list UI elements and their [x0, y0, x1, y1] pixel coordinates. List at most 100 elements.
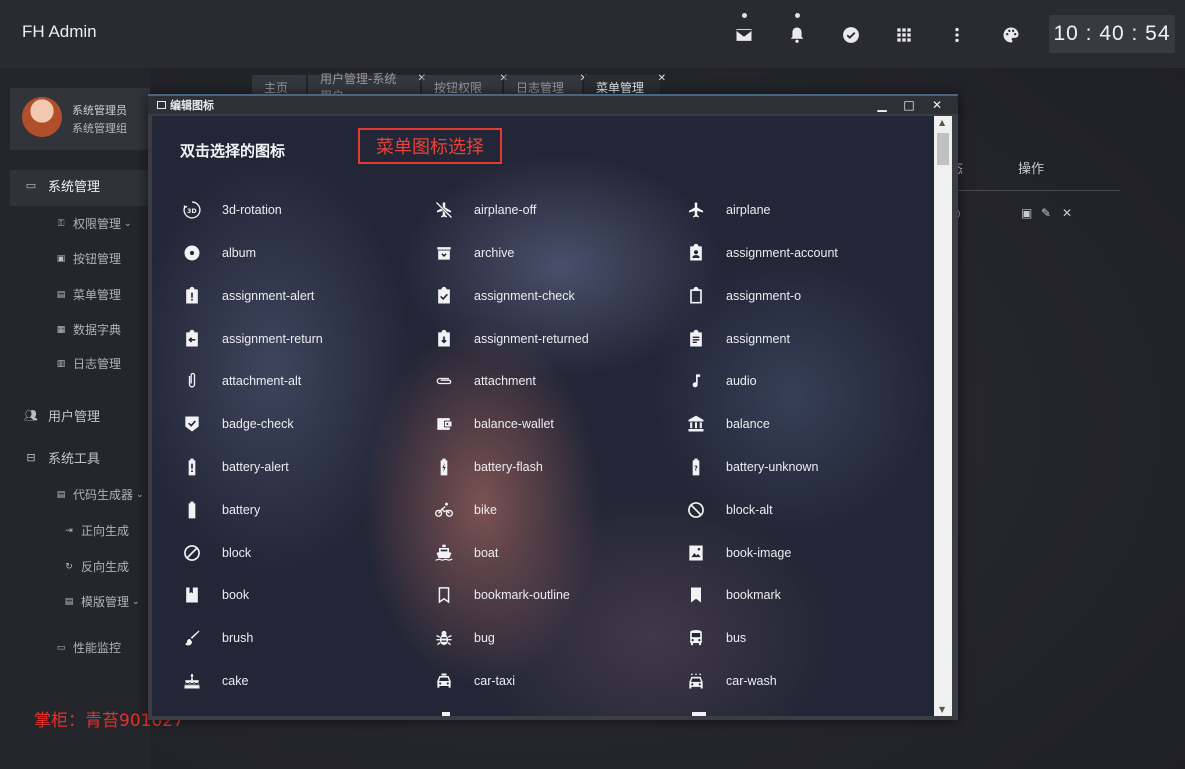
sidebar-item-system-management[interactable]: ▭ 系统管理 — [24, 176, 100, 195]
clock: 10 : 40 : 54 — [1049, 15, 1175, 53]
tab-label: 日志管理 — [516, 80, 565, 95]
sidebar-item-menus[interactable]: ▤ 菜单管理 — [55, 286, 121, 303]
sidebar-item-forward-generate[interactable]: ⇥ 正向生成 — [63, 522, 129, 539]
monitor-icon: ▭ — [56, 642, 66, 653]
icon-option-label: attachment — [474, 374, 536, 388]
sidebar-item-dictionary[interactable]: ▦ 数据字典 — [55, 321, 121, 338]
icon-option-car-wash[interactable]: car-wash — [684, 668, 924, 694]
icon-option-cake[interactable]: cake — [180, 668, 420, 694]
icon-option-book-image[interactable]: book-image — [684, 540, 924, 566]
menu-list-icon: ▤ — [56, 289, 66, 300]
icon-option-airplane-off[interactable]: airplane-off — [432, 197, 672, 223]
key-icon: ⚿ — [57, 218, 65, 229]
icon-option-assignment-alert[interactable]: assignment-alert — [180, 283, 420, 309]
icon-option-badge-check[interactable]: badge-check — [180, 411, 420, 437]
airplane-off-icon — [432, 198, 456, 222]
icon-option-assignment-account[interactable]: assignment-account — [684, 240, 924, 266]
icon-option-balance[interactable]: balance — [684, 411, 924, 437]
battery-flash-icon — [432, 455, 456, 479]
edit-icon[interactable]: ✎ — [1041, 206, 1051, 220]
airplane-icon — [684, 198, 708, 222]
icon-option-3d-rotation[interactable]: 3D 3d-rotation — [180, 197, 420, 223]
icon-option-battery-flash[interactable]: battery-flash — [432, 454, 672, 480]
icon-option-album[interactable]: album — [180, 240, 420, 266]
scrollbar-thumb[interactable] — [937, 133, 949, 165]
icon-option-attachment-alt[interactable]: attachment-alt — [180, 368, 420, 394]
icon-option-airplane[interactable]: airplane — [684, 197, 924, 223]
sidebar-item-code-generator[interactable]: ▤ 代码生成器 ⌄ — [55, 486, 144, 503]
icon-option-assignment[interactable]: assignment — [684, 326, 924, 352]
icon-option-battery-alert[interactable]: battery-alert — [180, 454, 420, 480]
icon-option-label: battery-flash — [474, 460, 543, 474]
toolbox-icon: ⊟ — [26, 451, 36, 464]
next-row-icon-partial — [692, 712, 706, 716]
sidebar-item-templates[interactable]: ▤ 模版管理 ⌄ — [63, 593, 140, 610]
icon-option-assignment-check[interactable]: assignment-check — [432, 283, 672, 309]
icon-option-battery-unknown[interactable]: ? battery-unknown — [684, 454, 924, 480]
sidebar-item-system-tools[interactable]: ⊟ 系统工具 — [24, 448, 100, 467]
icon-option-assignment-return[interactable]: assignment-return — [180, 326, 420, 352]
dialog-title-bar[interactable]: 编辑图标 ▁ □ ✕ — [148, 94, 958, 114]
sidebar-item-logs[interactable]: ▥ 日志管理 — [55, 355, 121, 372]
icon-option-audio[interactable]: audio — [684, 368, 924, 394]
icon-option-block-alt[interactable]: block-alt — [684, 497, 924, 523]
brush-icon — [180, 626, 204, 650]
icon-option-assignment-returned[interactable]: assignment-returned — [432, 326, 672, 352]
battery-alert-icon — [180, 455, 204, 479]
sidebar-item-reverse-generate[interactable]: ↻ 反向生成 — [63, 558, 129, 575]
icon-option-brush[interactable]: brush — [180, 625, 420, 651]
icon-option-archive[interactable]: archive — [432, 240, 672, 266]
users-icon: 👥︎ — [24, 409, 38, 422]
icon-option-bus[interactable]: bus — [684, 625, 924, 651]
icon-option-battery[interactable]: battery — [180, 497, 420, 523]
icon-option-label: assignment-return — [222, 332, 323, 346]
palette-icon[interactable] — [998, 22, 1024, 48]
scroll-down-arrow-icon[interactable]: ▼ — [939, 705, 945, 714]
sidebar-item-label: 按钮管理 — [73, 252, 122, 266]
scroll-up-arrow-icon[interactable]: ▲ — [939, 118, 945, 127]
bell-icon[interactable] — [784, 13, 810, 48]
image-icon[interactable]: ▣ — [1021, 206, 1032, 220]
sidebar-item-performance[interactable]: ▭ 性能监控 — [55, 639, 121, 656]
app-title[interactable]: FH Admin — [22, 22, 97, 42]
icon-option-boat[interactable]: boat — [432, 540, 672, 566]
sidebar-item-users[interactable]: 👥︎ 用户管理 — [24, 406, 100, 425]
icon-option-bug[interactable]: bug — [432, 625, 672, 651]
sidebar-item-permissions[interactable]: ⚿ 权限管理 ⌄ — [55, 215, 132, 232]
minimize-button[interactable]: ▁ — [874, 96, 890, 114]
bus-icon — [684, 626, 708, 650]
dialog-scrollbar[interactable]: ▲ ▼ — [934, 116, 952, 716]
car-taxi-icon — [432, 669, 456, 693]
check-circle-icon[interactable] — [838, 22, 864, 48]
sidebar-item-buttons[interactable]: ▣ 按钮管理 — [55, 250, 121, 267]
delete-icon[interactable]: ✕ — [1062, 206, 1072, 220]
user-profile[interactable]: 系统管理员 系统管理组 — [10, 88, 150, 150]
icon-option-bookmark-outline[interactable]: bookmark-outline — [432, 582, 672, 608]
mail-icon[interactable] — [731, 13, 757, 48]
forward-icon: ⇥ — [65, 525, 73, 536]
icon-option-block[interactable]: block — [180, 540, 420, 566]
icon-option-label: bookmark — [726, 588, 781, 602]
close-icon[interactable]: ✕ — [658, 73, 666, 84]
book-image-icon — [684, 541, 708, 565]
icon-option-car-taxi[interactable]: car-taxi — [432, 668, 672, 694]
maximize-button[interactable]: □ — [901, 96, 917, 114]
close-button[interactable]: ✕ — [929, 96, 945, 114]
icon-option-assignment-o[interactable]: assignment-o — [684, 283, 924, 309]
icon-option-attachment[interactable]: attachment — [432, 368, 672, 394]
sidebar-item-label: 日志管理 — [73, 357, 122, 371]
more-vertical-icon[interactable] — [944, 22, 970, 48]
icon-option-bike[interactable]: bike — [432, 497, 672, 523]
user-name: 系统管理员 — [72, 104, 127, 117]
book-icon — [180, 583, 204, 607]
assignment-returned-icon — [432, 327, 456, 351]
icon-picker-heading: 双击选择的图标 — [180, 142, 286, 160]
icon-option-bookmark[interactable]: bookmark — [684, 582, 924, 608]
apps-grid-icon[interactable] — [891, 22, 917, 48]
icon-option-balance-wallet[interactable]: balance-wallet — [432, 411, 672, 437]
button-icon: ▣ — [56, 253, 66, 264]
attachment-icon — [432, 369, 456, 393]
icon-option-label: balance-wallet — [474, 417, 554, 431]
audio-icon — [684, 369, 708, 393]
icon-option-book[interactable]: book — [180, 582, 420, 608]
